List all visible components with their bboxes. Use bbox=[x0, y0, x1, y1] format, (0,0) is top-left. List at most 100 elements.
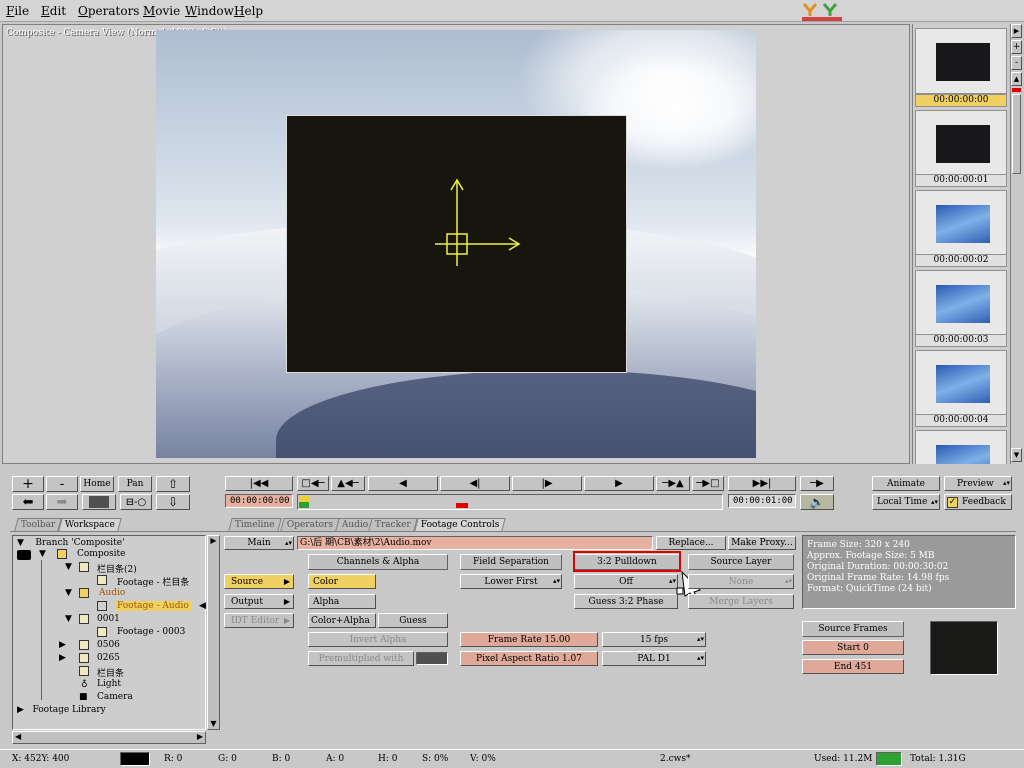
tree-item-composite[interactable]: Composite bbox=[77, 549, 125, 559]
tab-operators[interactable]: Operators bbox=[280, 518, 340, 531]
zoom-out-button[interactable]: - bbox=[1011, 56, 1022, 70]
menu-help[interactable]: Help bbox=[234, 4, 263, 18]
scroll-left-icon[interactable]: ◀ bbox=[15, 732, 21, 741]
workspace-tree[interactable]: ▼ Branch 'Composite' ▼ Composite ▼ 栏目条(2… bbox=[12, 535, 206, 730]
scroll-down-icon[interactable]: ▼ bbox=[1011, 448, 1022, 462]
timeline-scrubber[interactable] bbox=[297, 494, 723, 510]
thumbnail-frame-1[interactable] bbox=[915, 110, 1007, 176]
start-frame-slider[interactable]: Start 0 bbox=[802, 640, 904, 655]
play-reverse-icon[interactable]: ◀ bbox=[368, 476, 438, 491]
color-swatch-select[interactable] bbox=[82, 494, 116, 510]
tree-composite-toggle[interactable]: ▼ bbox=[39, 549, 46, 559]
home-button[interactable]: Home bbox=[80, 476, 114, 492]
menu-operators[interactable]: Operators bbox=[78, 4, 139, 18]
color-toggle[interactable]: Color bbox=[308, 574, 376, 589]
scroll-thumb[interactable] bbox=[1012, 94, 1021, 174]
tree-item-layer[interactable]: 栏目条(2) bbox=[97, 562, 137, 575]
frame-rate-slider[interactable]: Frame Rate 15.00 bbox=[460, 632, 598, 647]
merge-layers-button[interactable]: Merge Layers bbox=[688, 594, 794, 609]
tree-toggle[interactable]: ▶ bbox=[59, 653, 66, 663]
alpha-toggle[interactable]: Alpha bbox=[308, 594, 376, 609]
tree-toggle[interactable]: ▼ bbox=[65, 588, 72, 598]
source-layer-dropdown[interactable]: None bbox=[688, 574, 794, 589]
scroll-down-icon[interactable]: ▼ bbox=[208, 719, 219, 728]
zoom-in-button[interactable]: + bbox=[1011, 40, 1022, 54]
set-out-point-icon[interactable]: ─▶□ bbox=[692, 476, 724, 491]
tree-horizontal-scrollbar[interactable]: ◀ ▶ bbox=[12, 731, 206, 744]
thumbnail-frame-0[interactable] bbox=[915, 28, 1007, 94]
fps-dropdown[interactable]: 15 fps bbox=[602, 632, 706, 647]
tree-item-0001[interactable]: 0001 bbox=[97, 614, 120, 624]
step-forward-icon[interactable]: |▶ bbox=[512, 476, 582, 491]
zoom-out-button[interactable]: - bbox=[46, 476, 78, 492]
menu-file[interactable]: File bbox=[6, 4, 29, 18]
tree-toggle[interactable]: ▼ bbox=[65, 562, 72, 572]
start-timecode-field[interactable]: 00:00:00:00 bbox=[225, 494, 293, 508]
animate-button[interactable]: Animate bbox=[872, 476, 940, 491]
tab-footage-controls[interactable]: Footage Controls bbox=[414, 518, 507, 531]
zoom-in-button[interactable]: + bbox=[12, 476, 44, 492]
pan-button[interactable]: Pan bbox=[118, 476, 152, 492]
thumbnail-frame-2[interactable] bbox=[915, 190, 1007, 256]
tree-item-footage-audio[interactable]: Footage - Audio bbox=[115, 601, 191, 611]
replace-button[interactable]: Replace... bbox=[656, 536, 726, 550]
feedback-toggle[interactable]: ✓ Feedback bbox=[944, 494, 1012, 510]
scroll-up-icon[interactable]: ▲ bbox=[1011, 72, 1022, 86]
tab-tracker[interactable]: Tracker bbox=[368, 518, 418, 531]
premultiply-color-swatch[interactable] bbox=[416, 652, 448, 665]
playhead[interactable] bbox=[456, 503, 468, 508]
tree-item-0265[interactable]: 0265 bbox=[97, 653, 120, 663]
tree-toggle[interactable]: ▼ bbox=[65, 614, 72, 624]
thumbnail-frame-5[interactable] bbox=[915, 430, 1007, 464]
thumbnail-frame-3[interactable] bbox=[915, 270, 1007, 336]
tree-item-light[interactable]: Light bbox=[97, 679, 121, 689]
loop-icon[interactable]: ─▶ bbox=[800, 476, 834, 491]
tab-workspace[interactable]: Workspace bbox=[58, 518, 122, 531]
preview-dropdown[interactable]: Preview bbox=[944, 476, 1012, 491]
tree-item-footage-0003[interactable]: Footage - 0003 bbox=[117, 627, 185, 637]
tree-branch[interactable]: ▼ Branch 'Composite' bbox=[17, 538, 125, 548]
tree-item-plain[interactable]: 栏目条 bbox=[97, 666, 124, 679]
tree-item-0506[interactable]: 0506 bbox=[97, 640, 120, 650]
frame-thumbnails[interactable]: 00:00:00:00 00:00:00:01 00:00:00:02 00:0… bbox=[912, 24, 1008, 464]
move-down-icon[interactable]: ⇩ bbox=[156, 494, 190, 510]
go-to-out-icon[interactable]: ─▶▲ bbox=[656, 476, 690, 491]
idt-editor-button[interactable]: IDT Editor bbox=[224, 613, 294, 628]
aspect-preset-dropdown[interactable]: PAL D1 bbox=[602, 651, 706, 666]
step-back-icon[interactable]: ◀| bbox=[440, 476, 510, 491]
thumbnail-frame-4[interactable] bbox=[915, 350, 1007, 416]
move-up-icon[interactable]: ⇧ bbox=[156, 476, 190, 492]
footage-layer[interactable] bbox=[286, 115, 627, 373]
layer-axis-gizmo[interactable] bbox=[287, 116, 628, 374]
tree-item-audio[interactable]: Audio bbox=[97, 588, 127, 598]
tab-timeline[interactable]: Timeline bbox=[228, 518, 282, 531]
output-tab-button[interactable]: Output bbox=[224, 594, 294, 609]
footage-path-field[interactable]: G:\后 期\CB\素材\2\Audio.mov bbox=[297, 536, 653, 550]
pulldown-dropdown[interactable]: Off bbox=[574, 574, 678, 589]
main-dropdown[interactable]: Main bbox=[224, 536, 294, 550]
color-alpha-toggle[interactable]: Color+Alpha bbox=[308, 613, 376, 628]
invert-alpha-toggle[interactable]: Invert Alpha bbox=[308, 632, 448, 647]
menu-movie[interactable]: Movie bbox=[143, 4, 180, 18]
go-to-in-icon[interactable]: ▲◀─ bbox=[331, 476, 365, 491]
scroll-right-icon[interactable]: ▶ bbox=[208, 536, 219, 545]
go-to-end-icon[interactable]: ▶▶| bbox=[728, 476, 796, 491]
tree-item-footage[interactable]: Footage - 栏目条 bbox=[117, 575, 189, 588]
scroll-right-icon[interactable]: ▶ bbox=[1011, 24, 1022, 38]
play-icon[interactable]: ▶ bbox=[584, 476, 654, 491]
scroll-right-icon[interactable]: ▶ bbox=[197, 732, 203, 741]
tree-item-camera[interactable]: Camera bbox=[97, 692, 133, 702]
menu-window[interactable]: Window bbox=[185, 4, 234, 18]
guess-phase-button[interactable]: Guess 3:2 Phase bbox=[574, 594, 678, 609]
end-timecode-field[interactable]: 00:00:01:00 bbox=[728, 494, 796, 508]
source-tab-button[interactable]: Source bbox=[224, 574, 294, 589]
set-in-point-icon[interactable]: □◀─ bbox=[297, 476, 329, 491]
tree-toggle[interactable]: ▶ bbox=[59, 640, 66, 650]
make-proxy-button[interactable]: Make Proxy... bbox=[728, 536, 796, 550]
menu-edit[interactable]: Edit bbox=[41, 4, 66, 18]
end-frame-slider[interactable]: End 451 bbox=[802, 659, 904, 674]
tab-toolbar[interactable]: Toolbar bbox=[14, 518, 63, 531]
tree-vertical-scrollbar[interactable]: ▶ ▼ bbox=[207, 535, 220, 730]
audio-mute-icon[interactable]: 🔈 bbox=[800, 494, 834, 510]
pixel-aspect-slider[interactable]: Pixel Aspect Ratio 1.07 bbox=[460, 651, 598, 666]
